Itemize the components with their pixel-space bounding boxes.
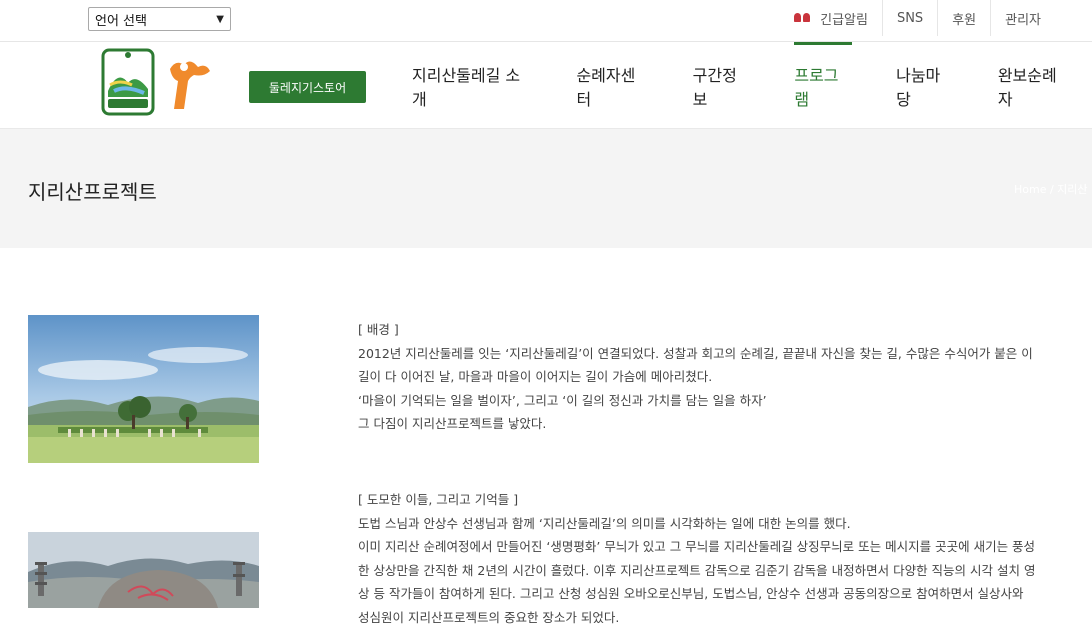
- page-title-band: 지리산프로젝트 Home / 지리산: [0, 129, 1092, 248]
- top-bar: 언어 선택 ▼ 긴급알림 SNS 후원 관리자: [0, 0, 1092, 42]
- top-links: 긴급알림 SNS 후원 관리자: [780, 0, 1055, 36]
- paragraph-line: 2012년 지리산둘레를 잇는 ‘지리산둘레길’이 연결되었다. 성찰과 회고의…: [358, 345, 1033, 361]
- page-title: 지리산프로젝트: [28, 180, 157, 204]
- temple-photo: [28, 532, 259, 608]
- top-link-label: SNS: [896, 10, 924, 26]
- top-link-label: 관리자: [1005, 12, 1041, 28]
- section-heading: [ 배경 ]: [358, 322, 399, 337]
- alert-icon: [794, 13, 811, 23]
- paragraph-line: 그 다짐이 지리산프로젝트를 낳았다.: [358, 416, 547, 431]
- top-link-admin[interactable]: 관리자: [990, 0, 1055, 36]
- top-link-label: 후원: [952, 12, 977, 28]
- paragraph-line: 한 상상만을 간직한 채 2년의 시간이 흘렀다. 이후 지리산프로젝트 감독으…: [358, 562, 1036, 578]
- top-link-donate[interactable]: 후원: [937, 0, 990, 36]
- background-photo: [28, 315, 259, 463]
- site-logo[interactable]: [100, 47, 215, 117]
- language-select-value: 언어 선택: [95, 13, 147, 29]
- paragraph-line: ‘마을이 기억되는 일을 벌이자’, 그리고 ‘이 길의 정신과 가치를 담는 …: [358, 392, 767, 408]
- main-nav: 지리산둘레길 소개 순례자센터 구간정보 프로그램 나눔마당 완보순례자: [390, 42, 1092, 129]
- section-heading: [ 도모한 이들, 그리고 기억들 ]: [358, 492, 519, 507]
- top-link-emergency-alert[interactable]: 긴급알림: [780, 0, 882, 36]
- nav-item-pilgrim-center[interactable]: 순례자센터: [554, 42, 670, 129]
- nav-item-sharing[interactable]: 나눔마당: [874, 42, 976, 129]
- top-link-label: 긴급알림: [820, 12, 868, 28]
- nav-item-finishers[interactable]: 완보순례자: [976, 42, 1092, 129]
- paragraph-line: 도법 스님과 안상수 선생님과 함께 ‘지리산둘레길’의 의미를 시각화하는 일…: [358, 515, 851, 531]
- breadcrumb[interactable]: Home / 지리산: [1014, 181, 1088, 197]
- chevron-down-icon: ▼: [216, 13, 224, 25]
- paragraph-line: 길이 다 이어진 날, 마을과 마을이 이어지는 길이 가슴에 메아리쳤다.: [358, 369, 713, 384]
- language-select[interactable]: 언어 선택 ▼: [88, 7, 231, 31]
- text-section-people: [ 도모한 이들, 그리고 기억들 ] 도법 스님과 안상수 선생님과 함께 ‘…: [358, 488, 1038, 629]
- paragraph-line: 상 등 작가들이 참여하게 된다. 그리고 산청 성심원 오바오로신부님, 도법…: [358, 586, 1024, 601]
- nav-item-program[interactable]: 프로그램: [772, 42, 874, 129]
- top-link-sns[interactable]: SNS: [881, 0, 937, 36]
- paragraph-line: 성심원이 지리산프로젝트의 중요한 장소가 되었다.: [358, 609, 620, 625]
- text-section-background: [ 배경 ] 2012년 지리산둘레를 잇는 ‘지리산둘레길’이 연결되었다. …: [358, 318, 1038, 436]
- nav-item-section-info[interactable]: 구간정보: [671, 42, 773, 129]
- logo-graphic: [101, 48, 210, 116]
- main-header: 둘레지기스토어 지리산둘레길 소개 순례자센터 구간정보 프로그램 나눔마당 완…: [0, 42, 1092, 129]
- nav-item-about[interactable]: 지리산둘레길 소개: [390, 42, 554, 129]
- tour-button[interactable]: 둘레지기스토어: [249, 71, 366, 103]
- paragraph-line: 이미 지리산 순례여정에서 만들어진 ‘생명평화’ 무늬가 있고 그 무늬를 지…: [358, 539, 1036, 554]
